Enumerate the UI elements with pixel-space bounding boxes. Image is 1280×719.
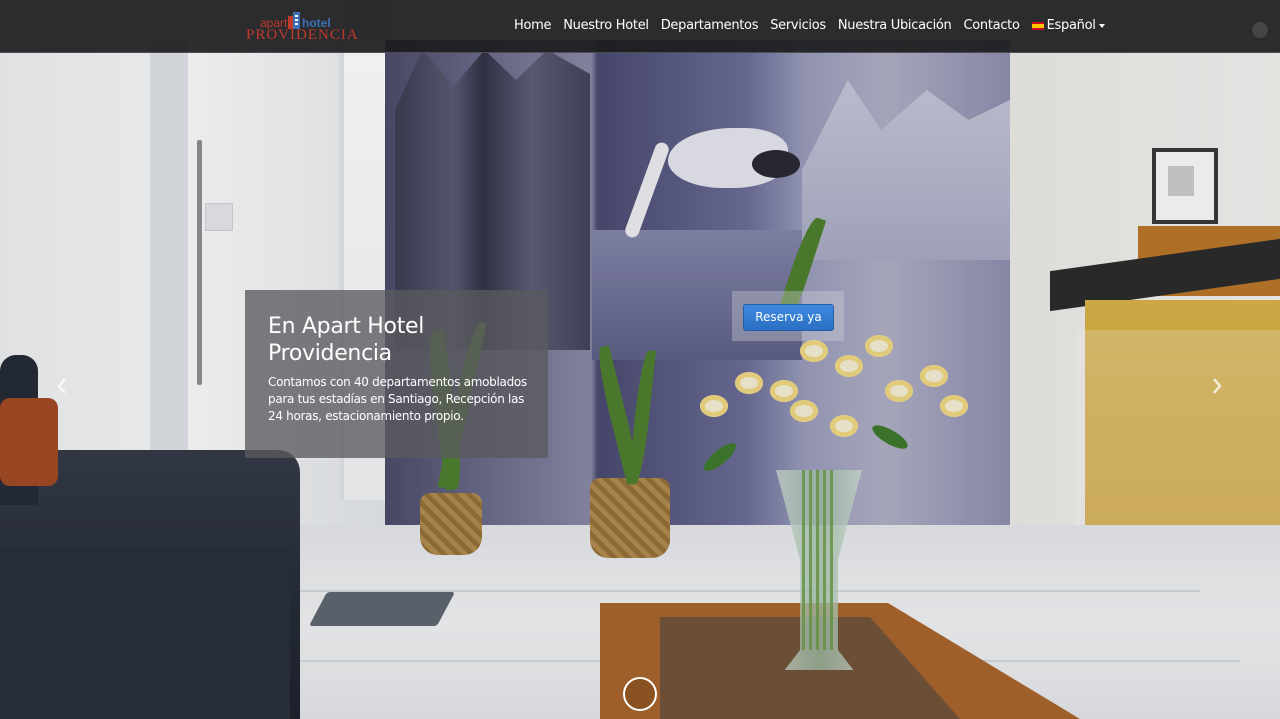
slide-indicator-circle[interactable] [623, 677, 657, 711]
chevron-left-icon[interactable] [55, 376, 69, 396]
reserve-button[interactable]: Reserva ya [743, 304, 834, 331]
brand-name: PROVIDENCIA [246, 27, 359, 43]
spain-flag-icon [1031, 22, 1044, 30]
image-overlay [0, 0, 1280, 719]
main-menu: Home Nuestro Hotel Departamentos Servici… [508, 0, 1111, 52]
nav-contacto[interactable]: Contacto [958, 0, 1026, 52]
nav-departamentos[interactable]: Departamentos [655, 0, 764, 52]
language-label: Español [1046, 18, 1096, 33]
chevron-right-icon[interactable] [1210, 376, 1224, 396]
nav-servicios[interactable]: Servicios [764, 0, 832, 52]
nav-nuestra-ubicacion[interactable]: Nuestra Ubicación [832, 0, 958, 52]
hero-carousel: En Apart Hotel Providencia Contamos con … [0, 0, 1280, 719]
slide-description: Contamos con 40 departamentos amoblados … [268, 375, 527, 423]
nav-home[interactable]: Home [508, 0, 557, 52]
slide-caption: En Apart Hotel Providencia Contamos con … [245, 290, 548, 458]
language-dropdown[interactable]: Español [1026, 0, 1111, 52]
nav-nuestro-hotel[interactable]: Nuestro Hotel [557, 0, 655, 52]
reserve-button-wrapper: Reserva ya [732, 291, 844, 341]
slide-title: En Apart Hotel Providencia [268, 314, 425, 366]
circle-icon [1252, 22, 1268, 38]
top-navbar: apart hotel PROVIDENCIA Home Nuestro Hot… [0, 0, 1280, 53]
brand-logo[interactable]: apart hotel PROVIDENCIA [246, 12, 358, 44]
caret-down-icon [1098, 24, 1105, 28]
